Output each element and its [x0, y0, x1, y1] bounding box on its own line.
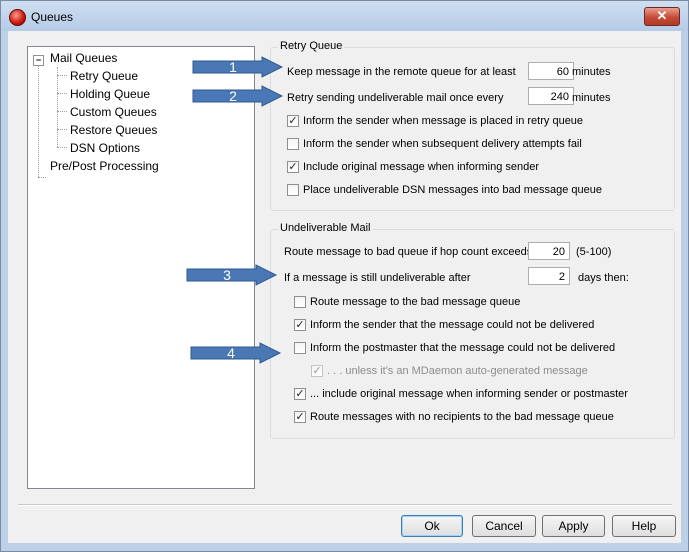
tree-line	[57, 75, 67, 76]
callout-number-4: 4	[227, 345, 235, 361]
arrow-shape-3	[186, 264, 278, 286]
place-dsn-bad-queue-label: Place undeliverable DSN messages into ba…	[303, 184, 603, 196]
ok-button[interactable]: Ok	[401, 515, 463, 537]
queues-dialog: Queues ✕ − Mail Queues Retry Queue Holdi…	[0, 0, 689, 552]
tree-item-restore-queues[interactable]: Restore Queues	[70, 123, 157, 137]
apply-button[interactable]: Apply	[542, 515, 605, 537]
undeliverable-mail-group	[270, 229, 675, 439]
dialog-body: − Mail Queues Retry Queue Holding Queue …	[8, 31, 681, 543]
inform-postmaster-checkbox[interactable]	[294, 342, 306, 354]
tree-line	[57, 93, 67, 94]
callout-number-3: 3	[223, 267, 231, 283]
tree-line	[57, 67, 58, 147]
tree-line	[57, 147, 67, 148]
collapse-icon[interactable]: −	[33, 55, 44, 66]
include-original-postmaster-label: ... include original message when inform…	[310, 388, 628, 400]
undeliverable-days-input[interactable]: 2	[528, 267, 570, 285]
callout-arrow-2: 2	[192, 85, 284, 107]
callout-number-1: 1	[229, 59, 237, 75]
retry-minutes-input[interactable]: 240	[528, 87, 574, 105]
title-bar: Queues ✕	[1, 1, 688, 31]
retry-minutes-unit: minutes	[572, 92, 611, 104]
tree-item-retry-queue[interactable]: Retry Queue	[70, 69, 138, 83]
keep-minutes-unit: minutes	[572, 66, 611, 78]
tree-line	[38, 177, 46, 178]
tree-item-mail-queues[interactable]: Mail Queues	[50, 51, 117, 65]
arrow-shape-1	[192, 56, 284, 78]
undeliverable-mail-title: Undeliverable Mail	[278, 222, 373, 234]
inform-sender-subsequent-label: Inform the sender when subsequent delive…	[303, 138, 582, 150]
inform-sender-subsequent-checkbox[interactable]	[287, 138, 299, 150]
keep-minutes-input[interactable]: 60	[528, 62, 574, 80]
help-button[interactable]: Help	[612, 515, 676, 537]
tree-item-holding-queue[interactable]: Holding Queue	[70, 87, 150, 101]
callout-arrow-3: 3	[186, 264, 278, 286]
tree-line	[38, 65, 39, 177]
inform-sender-retry-checkbox[interactable]: ✓	[287, 115, 299, 127]
route-no-recipients-label: Route messages with no recipients to the…	[310, 411, 614, 423]
place-dsn-bad-queue-checkbox[interactable]	[287, 184, 299, 196]
window-title: Queues	[31, 10, 74, 24]
close-button[interactable]: ✕	[644, 7, 680, 26]
cancel-button[interactable]: Cancel	[472, 515, 536, 537]
button-separator	[18, 504, 672, 506]
tree-item-custom-queues[interactable]: Custom Queues	[70, 105, 157, 119]
hop-count-label: Route message to bad queue if hop count …	[284, 246, 533, 258]
retry-queue-title: Retry Queue	[278, 40, 345, 52]
include-original-checkbox[interactable]: ✓	[287, 161, 299, 173]
callout-number-2: 2	[229, 88, 237, 104]
hop-count-range: (5-100)	[576, 246, 612, 258]
callout-arrow-4: 4	[190, 342, 282, 364]
callout-arrow-1: 1	[192, 56, 284, 78]
tree-item-pre-post-processing[interactable]: Pre/Post Processing	[50, 159, 159, 173]
hop-count-input[interactable]: 20	[528, 242, 570, 260]
route-bad-queue-checkbox[interactable]	[294, 296, 306, 308]
tree-line	[57, 129, 67, 130]
inform-sender-undeliverable-label: Inform the sender that the message could…	[310, 319, 595, 331]
tree-line	[57, 111, 67, 112]
inform-postmaster-label: Inform the postmaster that the message c…	[310, 342, 616, 354]
tree-item-dsn-options[interactable]: DSN Options	[70, 141, 140, 155]
unless-auto-generated-label: . . . unless it's an MDaemon auto-genera…	[327, 365, 588, 377]
inform-sender-retry-label: Inform the sender when message is placed…	[303, 115, 584, 127]
route-bad-queue-label: Route message to the bad message queue	[310, 296, 521, 308]
undeliverable-days-unit: days then:	[578, 272, 629, 284]
route-no-recipients-checkbox[interactable]: ✓	[294, 411, 306, 423]
undeliverable-after-label: If a message is still undeliverable afte…	[284, 272, 471, 284]
app-icon	[9, 9, 26, 26]
arrow-shape-2	[192, 85, 284, 107]
keep-message-label: Keep message in the remote queue for at …	[287, 66, 516, 78]
include-original-postmaster-checkbox[interactable]: ✓	[294, 388, 306, 400]
unless-auto-generated-checkbox[interactable]: ✓	[311, 365, 323, 377]
include-original-label: Include original message when informing …	[303, 161, 540, 173]
arrow-shape-4	[190, 342, 282, 364]
retry-label: Retry sending undeliverable mail once ev…	[287, 92, 504, 104]
inform-sender-undeliverable-checkbox[interactable]: ✓	[294, 319, 306, 331]
